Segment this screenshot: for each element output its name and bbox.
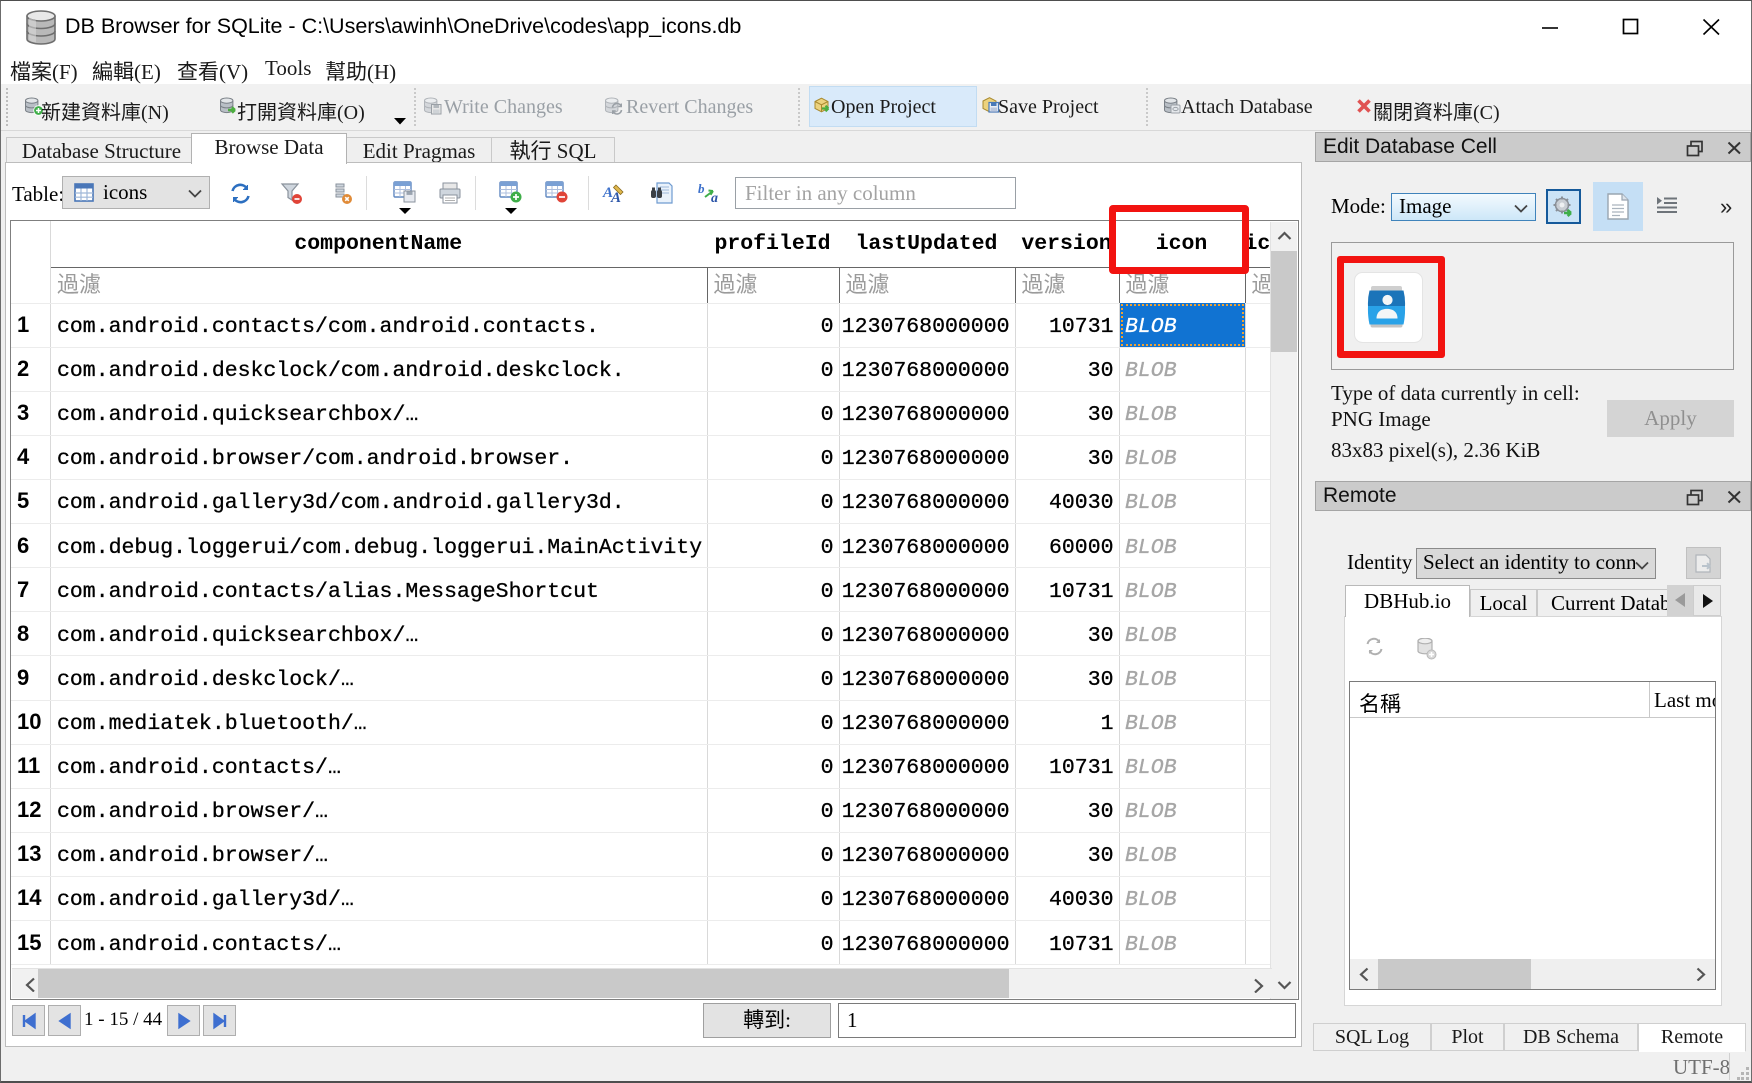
svg-text:b: b [698,181,705,196]
